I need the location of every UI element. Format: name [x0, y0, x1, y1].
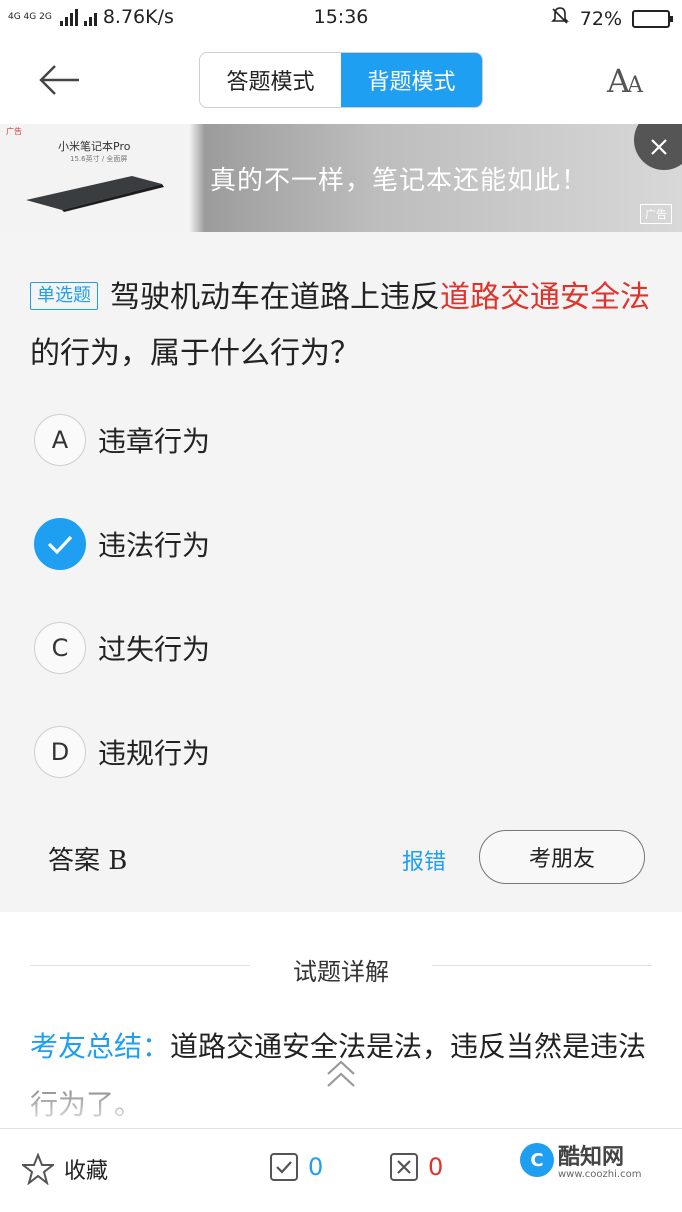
font-size-button[interactable]: AA [607, 62, 643, 100]
font-size-icon: AA [607, 62, 643, 100]
tab-answer-mode[interactable]: 答题模式 [200, 53, 341, 107]
ad-product-name: 小米笔记本Pro [58, 140, 131, 153]
wrong-counter[interactable]: 0 [390, 1153, 443, 1181]
ask-friend-button[interactable]: 考朋友 [479, 830, 645, 884]
question-text-after: 的行为，属于什么行为？ [30, 336, 360, 371]
option-b-checked [34, 518, 86, 570]
option-d-text: 违规行为 [98, 737, 211, 770]
option-b-text: 违法行为 [98, 529, 211, 562]
top-nav: 答题模式 背题模式 AA [0, 36, 682, 124]
explanation-prefix: 考友总结： [30, 1030, 171, 1063]
close-icon [651, 139, 667, 155]
option-b[interactable]: 违法行为 [34, 516, 594, 572]
watermark-name: 酷知网 [558, 1145, 625, 1170]
status-right: 72% [550, 6, 673, 31]
ad-slogan: 真的不一样，笔记本还能如此！ [210, 166, 589, 196]
option-d[interactable]: D 违规行为 [34, 724, 594, 780]
option-a-letter: A [34, 414, 86, 466]
question-card: 单选题 驾驶机动车在道路上违反道路交通安全法的行为，属于什么行为？ A 违章行为 … [0, 232, 682, 912]
checkmark-icon [47, 535, 73, 555]
ad-banner[interactable]: 广告 小米笔记本Pro 15.6英寸 / 全面屏 真的不一样，笔记本还能如此！ … [0, 124, 682, 232]
divider-right [432, 965, 652, 966]
option-c[interactable]: C 过失行为 [34, 620, 594, 676]
wrong-count: 0 [428, 1153, 444, 1181]
mute-bell-icon [550, 6, 570, 31]
ad-brand-logo: 广告 [6, 127, 22, 136]
watermark-url: www.coozhi.com [558, 1169, 642, 1180]
watermark-logo-icon: C [520, 1143, 554, 1177]
back-button[interactable] [34, 58, 84, 102]
expand-button[interactable] [325, 1058, 357, 1098]
option-c-text: 过失行为 [98, 633, 211, 666]
ad-close-button[interactable] [634, 124, 682, 170]
option-c-letter: C [34, 622, 86, 674]
favorite-label: 收藏 [64, 1159, 109, 1184]
option-d-letter: D [34, 726, 86, 778]
mode-toggle: 答题模式 背题模式 [199, 52, 483, 108]
favorite-button[interactable]: 收藏 [22, 1153, 108, 1185]
bottom-bar: 收藏 0 0 C 酷知网 www.coozhi.com [0, 1128, 682, 1212]
battery-percent: 72% [579, 7, 622, 30]
question-text-before: 驾驶机动车在道路上违反 [110, 280, 440, 315]
option-a-text: 违章行为 [98, 425, 211, 458]
question-type-badge: 单选题 [30, 282, 98, 310]
check-box-icon [270, 1153, 298, 1181]
watermark: C 酷知网 www.coozhi.com [516, 1139, 666, 1199]
battery-icon [632, 9, 673, 28]
tab-review-mode[interactable]: 背题模式 [341, 53, 482, 107]
ad-product-subtitle: 15.6英寸 / 全面屏 [70, 155, 128, 163]
double-chevron-up-icon [327, 1060, 355, 1087]
question-highlight: 道路交通安全法 [440, 280, 650, 315]
report-error-link[interactable]: 报错 [402, 844, 446, 876]
arrow-left-icon [39, 65, 79, 95]
correct-count: 0 [308, 1153, 324, 1181]
ad-image: 广告 小米笔记本Pro 15.6英寸 / 全面屏 [0, 124, 190, 232]
ad-label: 广告 [640, 204, 672, 224]
cross-box-icon [390, 1153, 418, 1181]
question-text: 单选题 驾驶机动车在道路上违反道路交通安全法的行为，属于什么行为？ [30, 270, 650, 382]
star-icon [22, 1153, 54, 1185]
correct-counter[interactable]: 0 [270, 1153, 323, 1181]
status-bar: 4G 4G 2G 8.76K/s 15:36 72% [0, 0, 682, 36]
answer-label: 答案 B [48, 846, 128, 876]
explanation-title: 试题详解 [293, 958, 389, 986]
laptop-icon [26, 176, 164, 212]
explanation-section: 试题详解 考友总结：道路交通安全法是法，违反当然是违法行为了。 [0, 912, 682, 1128]
option-a[interactable]: A 违章行为 [34, 412, 594, 468]
